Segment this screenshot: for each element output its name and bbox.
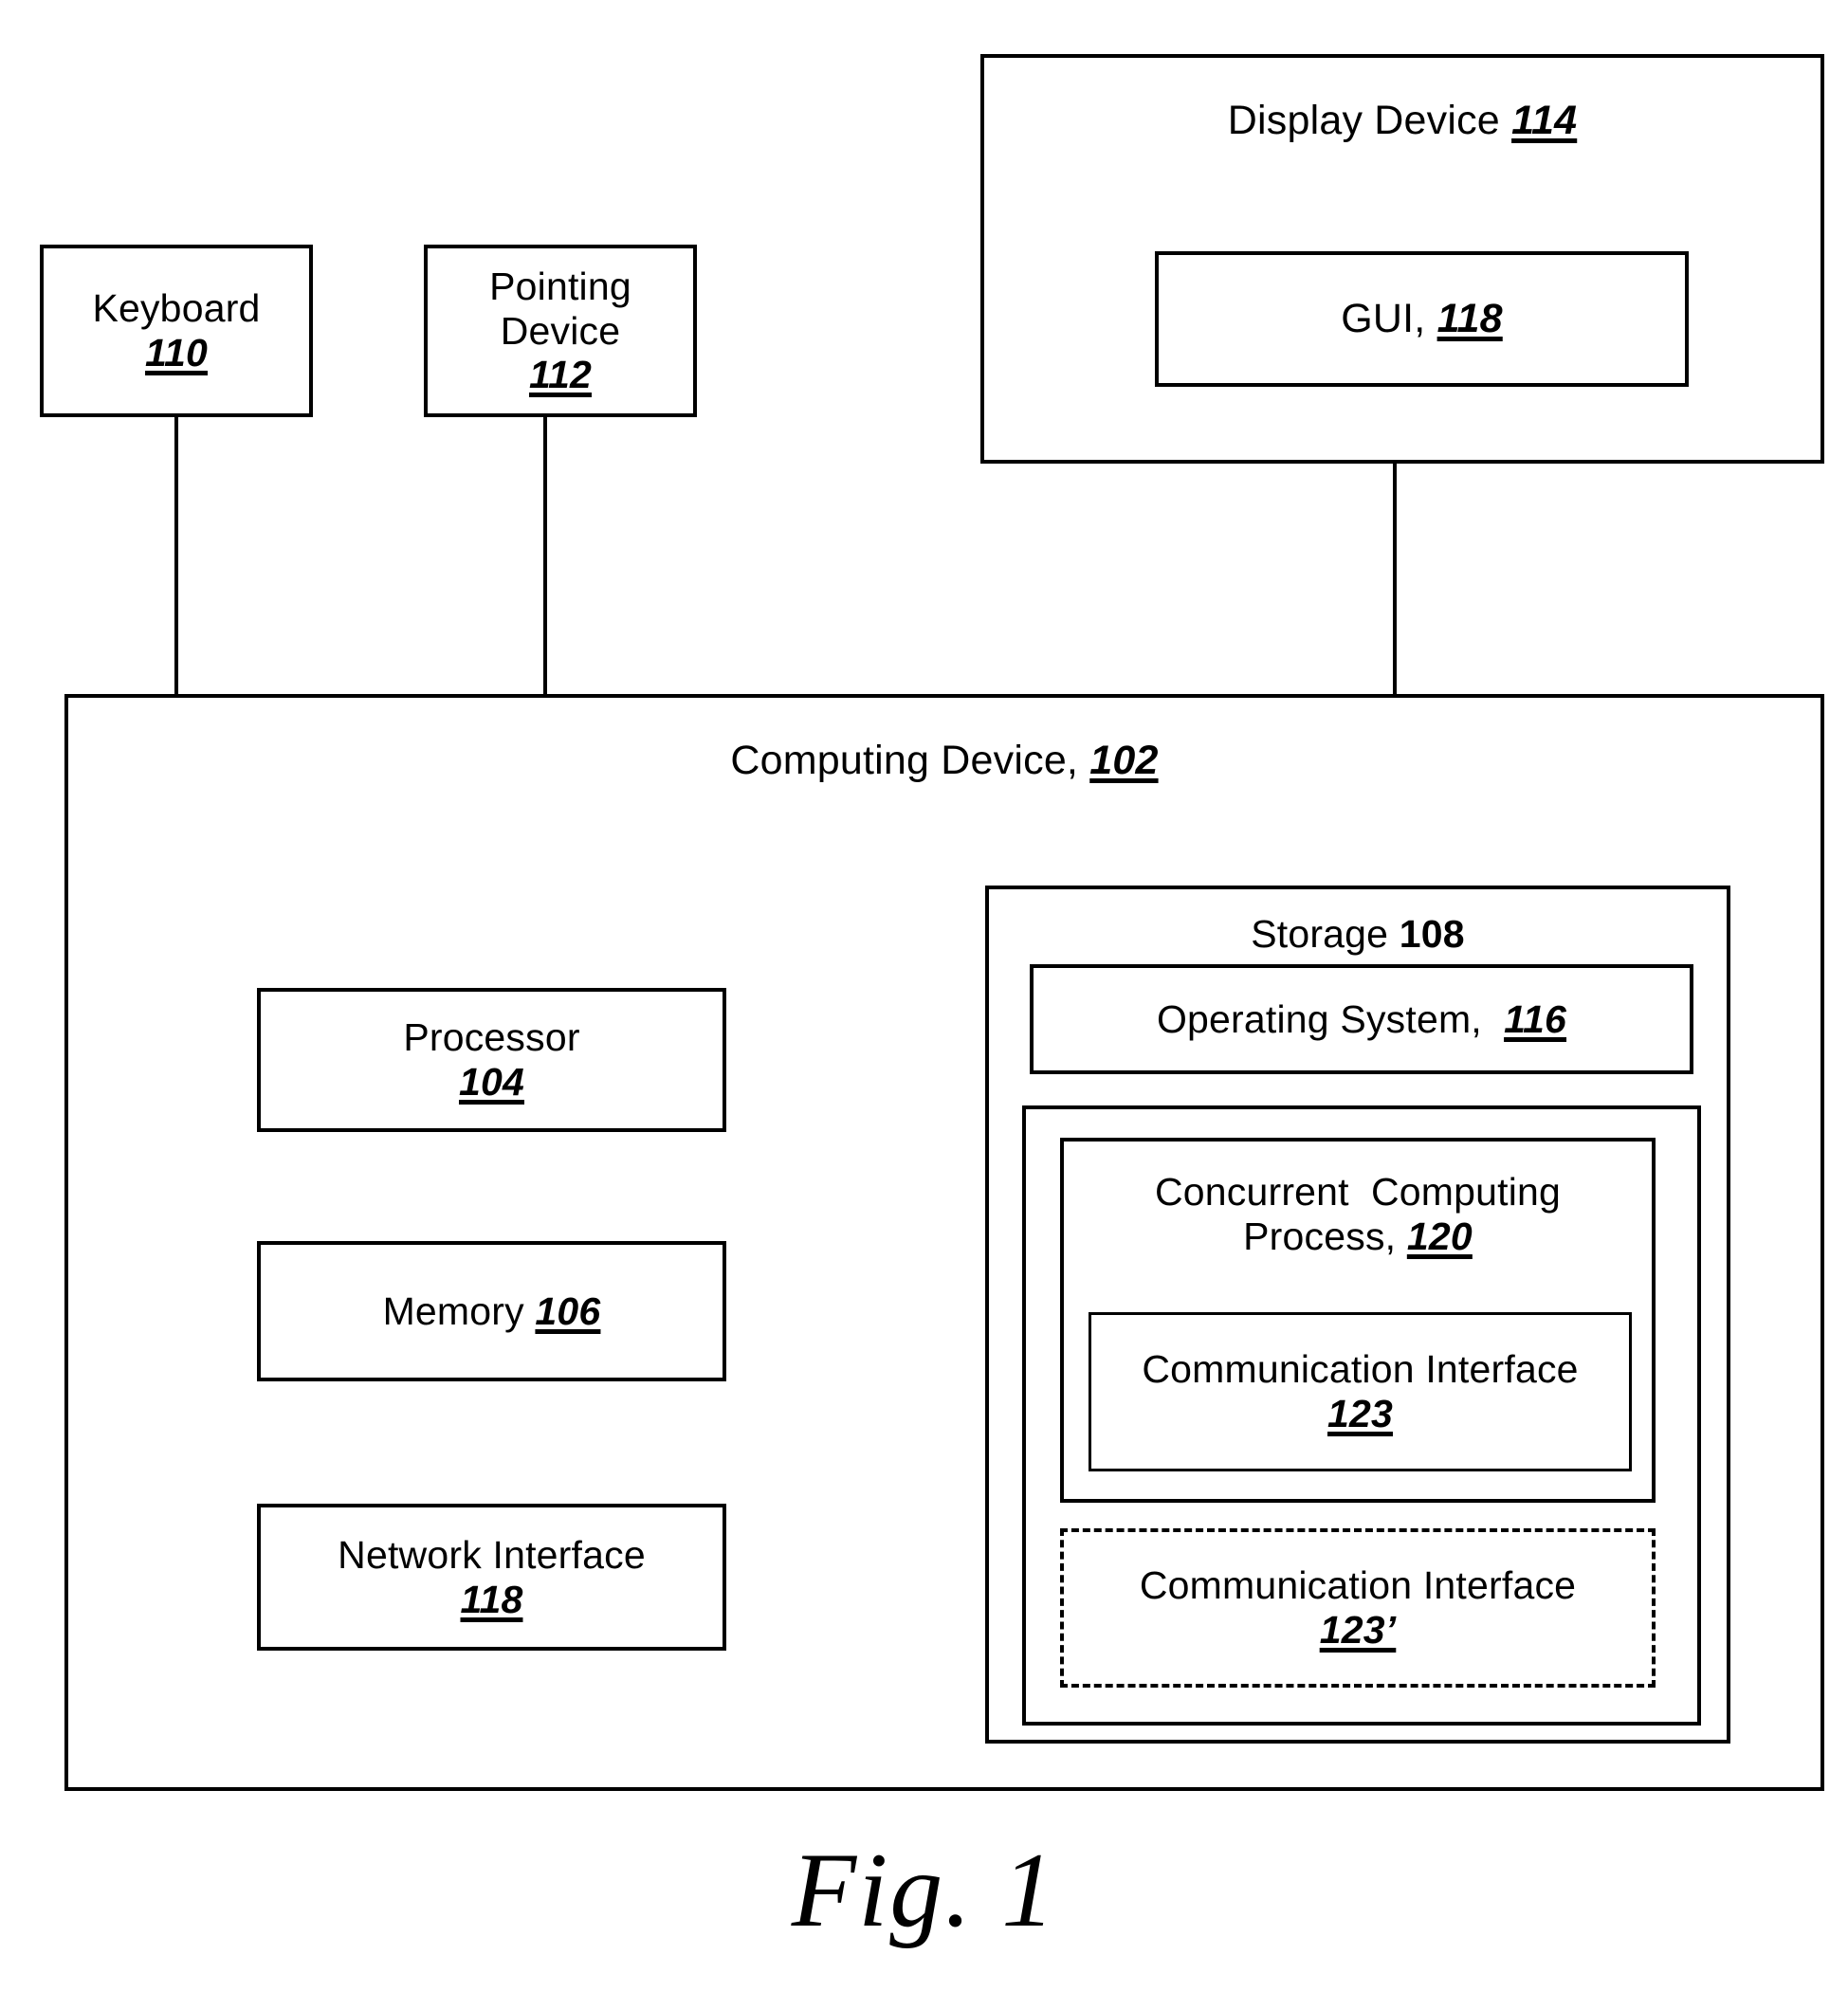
display-device-ref: 114 (1511, 98, 1578, 143)
operating-system-block: Operating System, 116 (1030, 964, 1693, 1074)
memory-block: Memory 106 (257, 1241, 726, 1381)
communication-interface-alt-block-label: Communication Interface 123’ (1140, 1563, 1576, 1652)
gui-ref: 118 (1436, 295, 1503, 341)
connector-display-device-to-computing-device (1393, 464, 1397, 696)
processor-block: Processor 104 (257, 988, 726, 1132)
memory-block-label: Memory 106 (383, 1289, 601, 1334)
figure-caption: Fig. 1 (791, 1832, 1057, 1949)
concurrent-computing-process-block: Concurrent Computing Process, 120 Communi… (1060, 1138, 1656, 1503)
pointing-device-block-label: Pointing Device 112 (489, 265, 631, 397)
connector-keyboard-to-computing-device (174, 417, 178, 696)
memory-name: Memory (382, 1288, 536, 1333)
communication-interface-alt-name: Communication Interface (1139, 1563, 1577, 1608)
patent-figure-1: Keyboard 110 Pointing Device 112 Display De… (0, 0, 1848, 1991)
storage-name: Storage (1251, 912, 1400, 956)
operating-system-name: Operating System, (1156, 996, 1505, 1041)
keyboard-block-label: Keyboard 110 (92, 286, 260, 374)
memory-ref: 106 (535, 1288, 601, 1333)
concurrent-computing-process-name-line1: Concurrent Computing (1154, 1170, 1562, 1214)
gui-block-label: GUI, 118 (1341, 296, 1503, 342)
processor-block-label: Processor 104 (403, 1015, 579, 1104)
concurrent-computing-process-ref: 120 (1406, 1214, 1473, 1258)
processor-name: Processor (403, 1015, 580, 1060)
communication-interface-alt-ref: 123’ (1319, 1608, 1397, 1652)
computing-device-name: Computing Device, (730, 738, 1090, 783)
process-group-container: Concurrent Computing Process, 120 Communi… (1022, 1105, 1701, 1726)
storage-block: Storage 108 Operating System, 116 Concur… (985, 886, 1730, 1744)
operating-system-ref: 116 (1504, 996, 1567, 1041)
pointing-device-ref: 112 (529, 353, 592, 397)
network-interface-block-label: Network Interface 118 (338, 1533, 646, 1621)
storage-block-title: Storage 108 (1251, 912, 1465, 957)
computing-device-block: Computing Device, 102 Processor 104 Memor… (64, 694, 1824, 1791)
keyboard-block: Keyboard 110 (40, 245, 313, 417)
connector-pointing-device-to-computing-device (543, 417, 547, 696)
storage-ref: 108 (1399, 912, 1465, 956)
keyboard-block-name: Keyboard (92, 286, 261, 331)
gui-name: GUI, (1341, 295, 1437, 341)
pointing-device-name-line2: Device (500, 308, 621, 353)
pointing-device-name-line1: Pointing (489, 264, 631, 308)
keyboard-block-ref: 110 (145, 331, 208, 374)
processor-ref: 104 (458, 1060, 524, 1104)
concurrent-computing-process-title: Concurrent Computing Process, 120 (1155, 1170, 1561, 1258)
communication-interface-ref: 123 (1327, 1392, 1393, 1435)
pointing-device-block: Pointing Device 112 (424, 245, 697, 417)
communication-interface-block-label: Communication Interface 123 (1142, 1347, 1578, 1435)
network-interface-name: Network Interface (338, 1532, 646, 1577)
communication-interface-name: Communication Interface (1142, 1347, 1579, 1392)
network-interface-block: Network Interface 118 (257, 1504, 726, 1651)
operating-system-block-label: Operating System, 116 (1157, 997, 1566, 1042)
computing-device-title: Computing Device, 102 (730, 738, 1158, 784)
communication-interface-block: Communication Interface 123 (1089, 1312, 1632, 1471)
display-device-block: Display Device 114 GUI, 118 (980, 54, 1824, 464)
display-device-title: Display Device 114 (1228, 98, 1577, 144)
gui-block: GUI, 118 (1155, 251, 1689, 387)
computing-device-ref: 102 (1089, 738, 1159, 783)
network-interface-ref: 118 (460, 1577, 523, 1621)
display-device-name: Display Device (1227, 98, 1512, 143)
communication-interface-alt-block: Communication Interface 123’ (1060, 1528, 1656, 1688)
concurrent-computing-process-name-line2: Process, (1243, 1214, 1407, 1258)
